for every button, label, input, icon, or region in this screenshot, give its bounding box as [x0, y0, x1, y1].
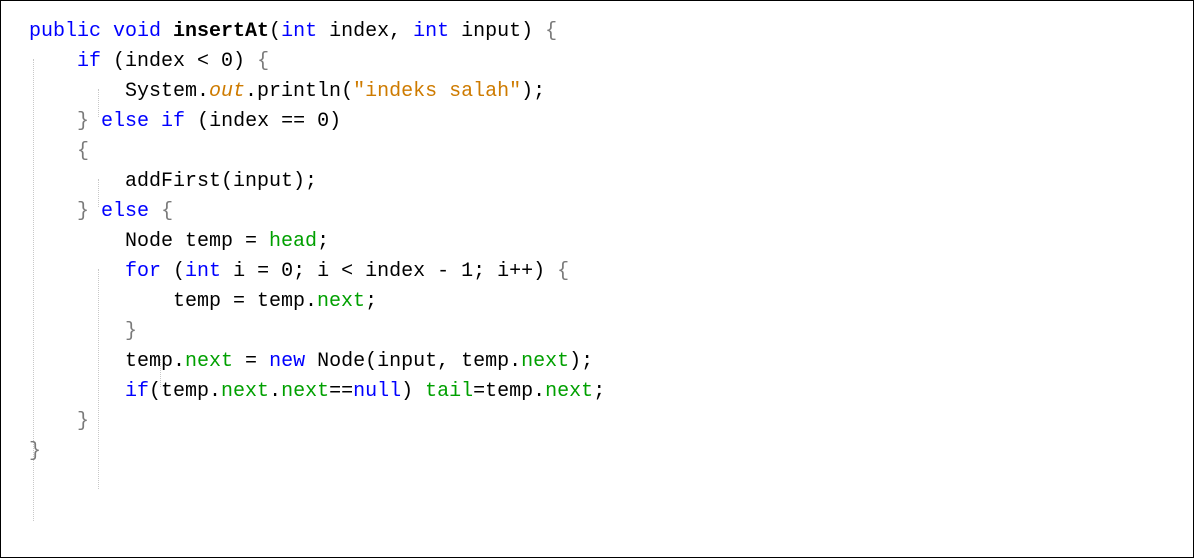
code-token: insertAt [173, 20, 270, 43]
code-token: ; [317, 230, 330, 253]
code-line: Node temp = head; [29, 227, 329, 257]
code-token: ( [161, 260, 186, 283]
code-line: } else { [29, 197, 173, 227]
code-token: (index < 0) [101, 50, 258, 73]
code-token: tail [425, 380, 474, 403]
code-token: { [257, 50, 270, 73]
code-line: } [29, 317, 137, 347]
code-token: =temp. [473, 380, 546, 403]
code-token: next [185, 350, 234, 373]
code-token: { [161, 200, 174, 223]
code-token: next [521, 350, 570, 373]
code-token: = [233, 350, 270, 373]
code-line: temp = temp.next; [29, 287, 377, 317]
code-line: for (int i = 0; i < index - 1; i++) { [29, 257, 569, 287]
code-token: public void [29, 20, 174, 43]
code-token: int [281, 20, 318, 43]
code-token: new [269, 350, 306, 373]
code-token: head [269, 230, 318, 253]
code-token: { [557, 260, 570, 283]
code-line: temp.next = new Node(input, temp.next); [29, 347, 593, 377]
code-token: } [77, 410, 90, 433]
code-token: else if [101, 110, 186, 133]
code-line: } [29, 437, 41, 467]
code-token: Node temp = [29, 230, 270, 253]
code-token: null [353, 380, 402, 403]
code-token: ); [521, 80, 546, 103]
code-token: (temp. [149, 380, 222, 403]
code-token: { [545, 20, 558, 43]
code-token: else [101, 200, 150, 223]
code-token: next [221, 380, 270, 403]
code-token: int [413, 20, 450, 43]
code-line: System.out.println("indeks salah"); [29, 77, 545, 107]
code-token: (index == 0) [185, 110, 342, 133]
code-token: next [317, 290, 366, 313]
code-line: public void insertAt(int index, int inpu… [29, 17, 557, 47]
code-token: input) [449, 20, 546, 43]
code-token: } [77, 200, 90, 223]
code-token: next [281, 380, 330, 403]
code-line: if (index < 0) { [29, 47, 269, 77]
code-token: Node(input, temp. [305, 350, 522, 373]
code-token: addFirst(input); [29, 170, 318, 193]
code-token: { [77, 140, 90, 163]
code-token: int [185, 260, 222, 283]
code-token: out [209, 80, 246, 103]
code-token: ; [593, 380, 606, 403]
code-token: } [29, 440, 42, 463]
code-token: for [125, 260, 162, 283]
code-token: index, [317, 20, 414, 43]
code-token: next [545, 380, 594, 403]
code-token: .println( [245, 80, 354, 103]
code-line: } else if (index == 0) [29, 107, 341, 137]
code-token: } [77, 110, 90, 133]
code-token: ) [401, 380, 426, 403]
code-token: ); [569, 350, 594, 373]
code-token: System. [29, 80, 210, 103]
code-token: if [77, 50, 102, 73]
code-token: temp = temp. [29, 290, 318, 313]
code-token: temp. [29, 350, 186, 373]
code-line: addFirst(input); [29, 167, 317, 197]
code-token: . [269, 380, 282, 403]
code-token: ; [365, 290, 378, 313]
code-token: if [125, 380, 150, 403]
code-line: } [29, 407, 89, 437]
code-token: i = 0; i < index - 1; i++) [221, 260, 558, 283]
code-line: { [29, 137, 89, 167]
code-line: if(temp.next.next==null) tail=temp.next; [29, 377, 605, 407]
code-token: ( [269, 20, 282, 43]
code-snippet-frame: public void insertAt(int index, int inpu… [0, 0, 1194, 558]
code-token: "indeks salah" [353, 80, 522, 103]
code-token: == [329, 380, 354, 403]
code-token: } [125, 320, 138, 343]
